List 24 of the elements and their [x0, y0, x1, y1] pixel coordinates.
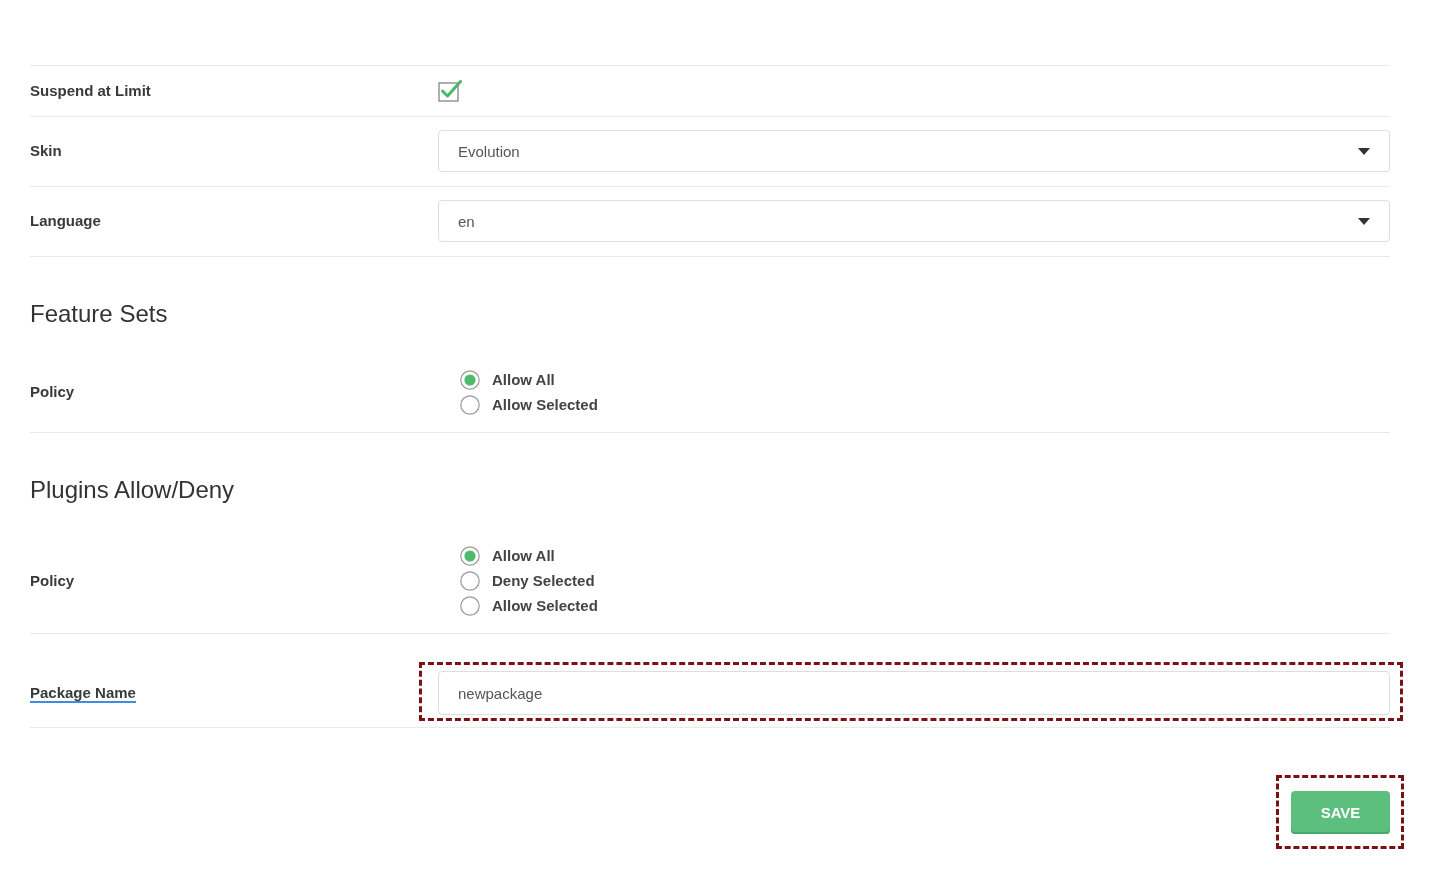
option-label[interactable]: Allow Selected — [492, 396, 598, 413]
checkbox[interactable] — [438, 80, 462, 102]
dropdown[interactable]: en — [438, 200, 1390, 242]
caret-down-icon — [1358, 147, 1370, 155]
caret-down-icon — [1358, 217, 1370, 225]
option-label[interactable]: Allow All — [492, 371, 555, 388]
field-label: Package Name — [30, 683, 136, 703]
option-label[interactable]: Allow Selected — [492, 597, 598, 614]
field-label: Skin — [30, 141, 62, 161]
radio-button[interactable] — [460, 570, 480, 591]
input-field[interactable]: newpackage — [438, 671, 1390, 715]
radio-button[interactable] — [460, 394, 480, 415]
section-heading: Plugins Allow/Deny — [30, 475, 236, 505]
radio-button[interactable] — [460, 545, 480, 566]
radio-button[interactable] — [460, 595, 480, 616]
section-heading: Feature Sets — [30, 299, 169, 329]
option-label[interactable]: Deny Selected — [492, 572, 595, 589]
dropdown[interactable]: Evolution — [438, 130, 1390, 172]
field-label: Policy — [30, 570, 75, 591]
field-label: Policy — [30, 382, 75, 402]
radio-button[interactable] — [460, 369, 480, 390]
field-label: Suspend at Limit — [30, 81, 151, 101]
field-label: Language — [30, 211, 101, 231]
option-label[interactable]: Allow All — [492, 547, 555, 564]
